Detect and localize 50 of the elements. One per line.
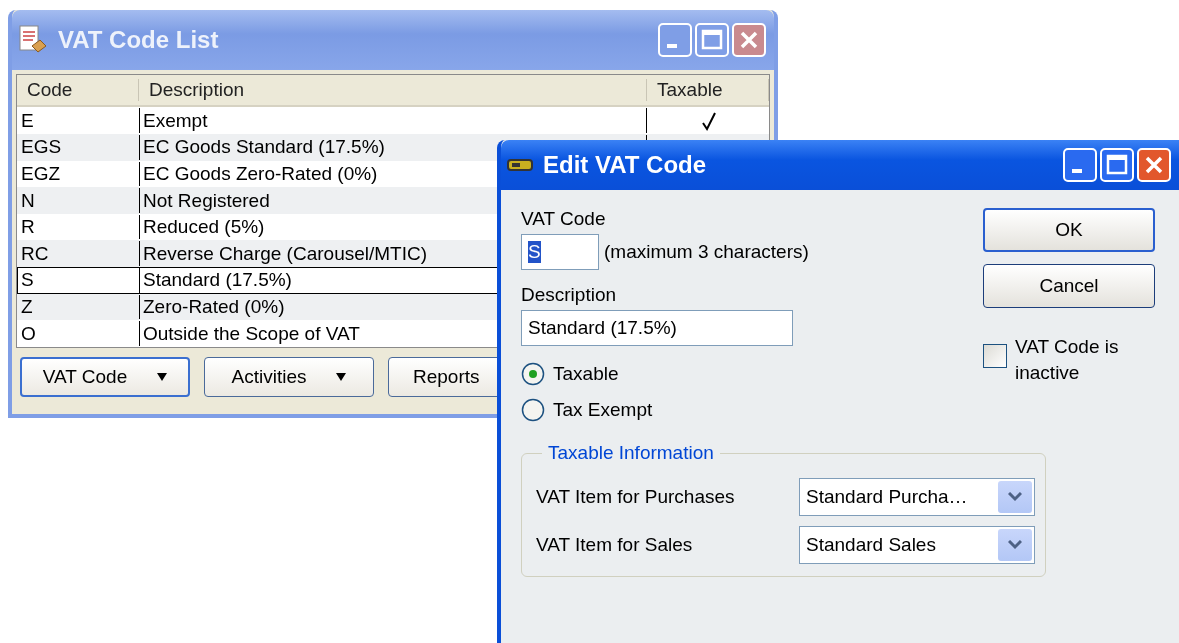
table-cell: EGZ — [21, 162, 61, 185]
close-icon[interactable] — [732, 23, 766, 57]
table-cell: EGS — [21, 136, 62, 159]
chevron-down-icon — [1008, 540, 1022, 550]
chevron-down-icon — [1008, 492, 1022, 502]
tag-icon — [507, 157, 533, 173]
table-cell: Reduced (5%) — [143, 216, 265, 239]
field-label: VAT Item for Sales — [536, 534, 693, 556]
table-cell: E — [21, 109, 34, 132]
table-cell: EC Goods Standard (17.5%) — [143, 136, 385, 159]
window-title: VAT Code List — [58, 26, 220, 54]
table-cell: Z — [21, 296, 33, 318]
close-icon[interactable] — [1137, 148, 1171, 182]
table-cell: EC Goods Zero-Rated (0%) — [143, 162, 378, 185]
table-cell: Reverse Charge (Carousel/MTIC) — [143, 242, 428, 265]
table-cell: Standard (17.5%) — [143, 269, 292, 292]
radio-button[interactable] — [521, 398, 545, 422]
field-label: VAT Item for Purchases — [536, 486, 735, 508]
column-header[interactable]: Code — [17, 79, 139, 102]
menu-button[interactable]: VAT Code — [20, 357, 190, 397]
maximize-icon[interactable] — [1100, 148, 1134, 182]
dialog-button[interactable]: Cancel — [983, 264, 1155, 308]
table-cell: R — [21, 216, 35, 239]
input-field[interactable]: Standard (17.5%) — [521, 310, 793, 346]
column-header[interactable]: Taxable — [647, 79, 769, 102]
caret-icon — [336, 373, 347, 381]
table-cell: N — [21, 189, 35, 212]
table-row[interactable]: E Exempt — [17, 107, 769, 134]
dropdown[interactable]: Standard Sales — [799, 526, 1035, 564]
dialog-button[interactable]: OK — [983, 208, 1155, 252]
table-cell: Exempt — [143, 109, 208, 132]
table-cell: S — [21, 269, 34, 292]
checkbox[interactable] — [983, 344, 1007, 368]
dropdown[interactable]: Standard Purcha… — [799, 478, 1035, 516]
checkbox-label: VAT Code is inactive — [1015, 335, 1120, 385]
radio-label: Tax Exempt — [553, 399, 653, 421]
minimize-icon[interactable] — [1063, 148, 1097, 182]
maximize-icon[interactable] — [695, 23, 729, 57]
menu-button[interactable]: Activities — [204, 357, 374, 397]
caret-icon — [157, 373, 168, 381]
table-cell: Outside the Scope of VAT — [143, 322, 360, 345]
input-field[interactable]: S — [521, 234, 599, 270]
table-cell: Not Registered — [143, 189, 270, 212]
table-cell: O — [21, 322, 36, 345]
column-header[interactable]: Description — [139, 79, 647, 102]
table-cell: Zero-Rated (0%) — [143, 296, 285, 318]
minimize-icon[interactable] — [658, 23, 692, 57]
table-cell: RC — [21, 242, 49, 265]
group-title: Taxable Information — [547, 442, 715, 464]
radio-button[interactable] — [521, 362, 545, 386]
